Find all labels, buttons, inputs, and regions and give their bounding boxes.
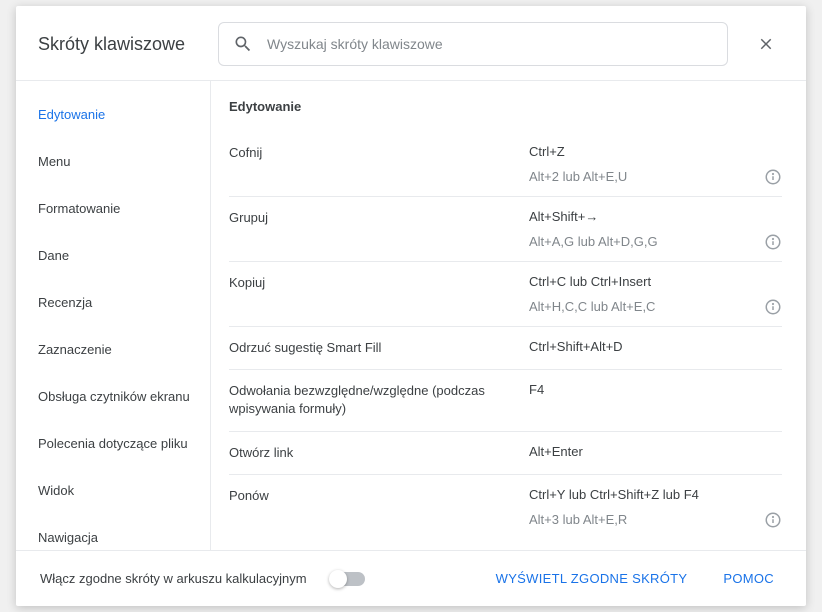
command-name: Otwórz link (229, 444, 529, 462)
shortcut-row: Odrzuć sugestię Smart FillCtrl+Shift+Alt… (229, 327, 782, 370)
keys-wrap: Ctrl+Shift+Alt+D (529, 339, 782, 354)
command-name: Grupuj (229, 209, 529, 227)
shortcuts-content[interactable]: Edytowanie CofnijCtrl+Z Alt+2 lub Alt+E,U… (211, 81, 806, 550)
sidebar-item[interactable]: Obsługa czytników ekranu (16, 373, 210, 420)
dialog-title: Skróty klawiszowe (38, 34, 198, 55)
shortcut-row: PonówCtrl+Y lub Ctrl+Shift+Z lub F4 Alt+3… (229, 475, 782, 539)
shortcut-keys-alt: Alt+H,C,C lub Alt+E,C (529, 299, 782, 314)
sidebar-item[interactable]: Nawigacja (16, 514, 210, 550)
command-name: Odrzuć sugestię Smart Fill (229, 339, 529, 357)
info-icon[interactable] (764, 168, 782, 191)
sidebar-item[interactable]: Polecenia dotyczące pliku (16, 420, 210, 467)
shortcut-row: CofnijCtrl+Z Alt+2 lub Alt+E,U (229, 132, 782, 197)
command-name: Ponów (229, 487, 529, 505)
search-field-wrap[interactable] (218, 22, 728, 66)
keys-wrap: Ctrl+Z Alt+2 lub Alt+E,U (529, 144, 782, 184)
keyboard-shortcuts-dialog: Skróty klawiszowe EdytowanieMenuFormatow… (16, 6, 806, 606)
shortcut-keys: Ctrl+Y lub Ctrl+Shift+Z lub F4 (529, 487, 782, 502)
dialog-footer: Włącz zgodne skróty w arkuszu kalkulacyj… (16, 550, 806, 606)
shortcut-keys-alt: Alt+A,G lub Alt+D,G,G (529, 234, 782, 249)
search-input[interactable] (267, 36, 713, 52)
command-name: Odwołania bezwzględne/względne (podczas … (229, 382, 529, 418)
toggle-knob (329, 570, 347, 588)
keys-wrap: F4 (529, 382, 782, 397)
keys-wrap: Alt+Enter (529, 444, 782, 459)
shortcut-keys-alt: Alt+2 lub Alt+E,U (529, 169, 782, 184)
sidebar-item[interactable]: Recenzja (16, 279, 210, 326)
view-compatible-button[interactable]: WYŚWIETL ZGODNE SKRÓTY (488, 565, 696, 592)
sidebar-item[interactable]: Formatowanie (16, 185, 210, 232)
command-name: Kopiuj (229, 274, 529, 292)
shortcut-keys: Ctrl+Shift+Alt+D (529, 339, 782, 354)
sidebar-item[interactable]: Dane (16, 232, 210, 279)
section-title: Edytowanie (229, 99, 782, 114)
sidebar-item[interactable]: Menu (16, 138, 210, 185)
dialog-header: Skróty klawiszowe (16, 6, 806, 80)
shortcut-keys: Ctrl+C lub Ctrl+Insert (529, 274, 782, 289)
command-name: Cofnij (229, 144, 529, 162)
keys-wrap: Alt+Shift+→ Alt+A,G lub Alt+D,G,G (529, 209, 782, 249)
shortcut-keys: Alt+Enter (529, 444, 782, 459)
compatible-shortcuts-toggle[interactable] (331, 572, 365, 586)
info-icon[interactable] (764, 298, 782, 321)
toggle-label: Włącz zgodne skróty w arkuszu kalkulacyj… (40, 571, 307, 586)
shortcut-keys: F4 (529, 382, 782, 397)
shortcut-row: GrupujAlt+Shift+→ Alt+A,G lub Alt+D,G,G (229, 197, 782, 262)
shortcut-row: KopiujCtrl+C lub Ctrl+Insert Alt+H,C,C lu… (229, 262, 782, 327)
dialog-body: EdytowanieMenuFormatowanieDaneRecenzjaZa… (16, 80, 806, 550)
shortcut-keys: Alt+Shift+→ (529, 209, 782, 224)
shortcut-row: Otwórz linkAlt+Enter (229, 432, 782, 475)
category-sidebar[interactable]: EdytowanieMenuFormatowanieDaneRecenzjaZa… (16, 81, 210, 550)
keys-wrap: Ctrl+C lub Ctrl+Insert Alt+H,C,C lub Alt+… (529, 274, 782, 314)
shortcut-keys: Ctrl+Z (529, 144, 782, 159)
sidebar-item[interactable]: Widok (16, 467, 210, 514)
sidebar-item[interactable]: Edytowanie (16, 91, 210, 138)
sidebar-item[interactable]: Zaznaczenie (16, 326, 210, 373)
info-icon[interactable] (764, 233, 782, 256)
close-button[interactable] (748, 26, 784, 62)
search-icon (233, 34, 253, 54)
keys-wrap: Ctrl+Y lub Ctrl+Shift+Z lub F4 Alt+3 lub … (529, 487, 782, 527)
info-icon[interactable] (764, 511, 782, 534)
help-button[interactable]: POMOC (715, 565, 782, 592)
shortcut-row: Odwołania bezwzględne/względne (podczas … (229, 370, 782, 431)
shortcut-keys-alt: Alt+3 lub Alt+E,R (529, 512, 782, 527)
